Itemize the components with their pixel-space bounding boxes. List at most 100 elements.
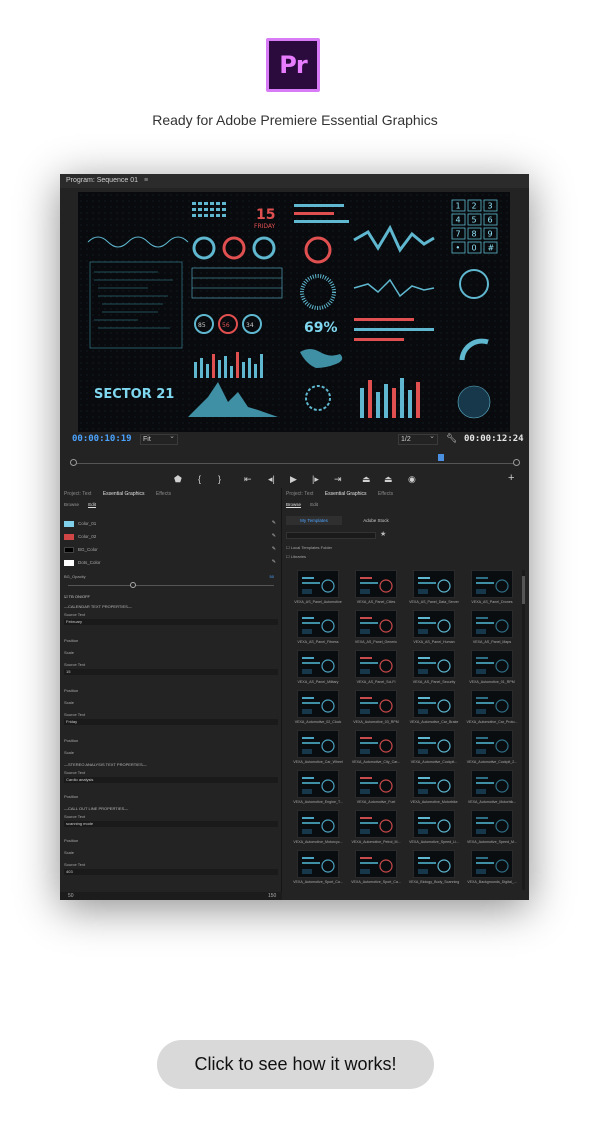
zoom-handle-right[interactable] [513, 459, 520, 466]
checkbox-icon[interactable]: ☐ [286, 545, 290, 550]
template-thumbnail[interactable]: VEXA_AS_Panel_Cities [348, 570, 404, 609]
lift-icon[interactable]: ⏏ [362, 474, 371, 485]
tab-essential-graphics[interactable]: Essential Graphics [103, 491, 145, 497]
template-thumbnail[interactable]: VEXA_AS_Panel_Maps [464, 610, 520, 649]
template-thumbnail[interactable]: VEXA_Automotive_Fuel [348, 770, 404, 809]
color-swatch[interactable] [64, 547, 74, 553]
template-thumbnail[interactable]: VEXA_Automotive_02_Clock [290, 690, 346, 729]
template-thumbnail[interactable]: VEXA_Automotive_Speed_Li... [406, 810, 462, 849]
keypad-key-label: 4 [456, 216, 461, 225]
template-thumbnail[interactable]: VEXA_AS_Panel_Automotive [290, 570, 346, 609]
bg-opacity-value[interactable]: 50 [270, 574, 274, 579]
template-thumbnail[interactable]: VEXA_Automotive_Cockpit... [406, 730, 462, 769]
resolution-select[interactable]: 1/2 [398, 432, 438, 445]
hamburger-icon[interactable]: ≡ [144, 177, 148, 184]
wrench-icon[interactable]: 🔧︎ [446, 433, 457, 444]
scrollbar[interactable] [522, 570, 525, 890]
go-to-in-icon[interactable]: ⇤ [244, 474, 252, 485]
scrollbar-thumb[interactable] [522, 576, 525, 604]
tab-project[interactable]: Project: Text [286, 491, 313, 497]
template-thumbnail[interactable]: VEXA_Automotive_Motorbike [406, 770, 462, 809]
local-templates-row[interactable]: ☐ Local Templates Folder [286, 545, 500, 550]
template-thumbnail[interactable]: VEXA_AS_Panel_Military [290, 650, 346, 689]
template-thumbnail[interactable]: VEXA_AS_Panel_Drones [464, 570, 520, 609]
template-thumbnail[interactable]: VEXA_AS_Panel_Generic [348, 610, 404, 649]
playhead[interactable] [438, 454, 444, 461]
time-ruler[interactable] [70, 454, 520, 468]
template-thumbnail[interactable]: VEXA_Automotive_Car_Wheel [290, 730, 346, 769]
source-text-field[interactable]: Cardio analysis [64, 777, 278, 783]
template-thumbnail[interactable]: VEXA_Automotive_01_RPM [464, 650, 520, 689]
template-thumbnail[interactable]: VEXA_AS_Panel_Human [406, 610, 462, 649]
template-thumbnail[interactable]: VEXA_AS_Panel_Sci-Fi [348, 650, 404, 689]
adobe-stock-button[interactable]: Adobe Stock [346, 516, 406, 525]
my-templates-button[interactable]: My Templates [286, 516, 342, 525]
template-thumbnail[interactable]: VEXA_AS_Panel_Security [406, 650, 462, 689]
eyedropper-icon[interactable]: ✎ [272, 533, 276, 539]
color-swatch[interactable] [64, 560, 74, 566]
subtab-browse[interactable]: Browse [64, 502, 79, 507]
add-icon[interactable]: + [508, 472, 514, 484]
eyedropper-icon[interactable]: ✎ [272, 559, 276, 565]
subtab-browse[interactable]: Browse [286, 502, 302, 508]
tab-effects[interactable]: Effects [156, 491, 171, 497]
star-icon[interactable]: ★ [380, 530, 386, 538]
template-thumbnail[interactable]: VEXA_Automotive_Sport_Ca... [348, 850, 404, 889]
template-thumbnail[interactable]: VEXA_AS_Panel_Data_Server [406, 570, 462, 609]
subtab-edit[interactable]: Edit [88, 502, 97, 508]
cta-button[interactable]: Click to see how it works! [157, 1040, 434, 1089]
opacity-slider-track[interactable] [68, 585, 274, 586]
out-point-icon[interactable]: } [218, 474, 221, 484]
template-thumbnail[interactable]: VEXA_Automotive_Petrol_M... [348, 810, 404, 849]
tab-effects[interactable]: Effects [378, 491, 393, 497]
program-viewer[interactable]: 15 FRIDAY SECTOR 21 85 56 34 69% 1 2 3 4… [78, 192, 510, 432]
template-thumbnail[interactable]: VEXA_AS_Panel_Fitness [290, 610, 346, 649]
color-row[interactable]: Dots_Color ✎ [64, 559, 278, 569]
toggle-row[interactable]: ☑ TB ON/OFF [64, 594, 278, 599]
tab-project[interactable]: Project: Text [64, 491, 91, 497]
step-forward-icon[interactable]: |▸ [312, 474, 319, 485]
go-to-out-icon[interactable]: ⇥ [334, 474, 342, 485]
color-swatch[interactable] [64, 534, 74, 540]
template-thumbnail[interactable]: VEXA_Biology_Body_Scanning [406, 850, 462, 889]
source-text-field[interactable]: scanning mode [64, 821, 278, 827]
source-text-field[interactable]: Friday [64, 719, 278, 725]
zoom-select[interactable]: Fit [140, 432, 178, 445]
template-thumbnail[interactable]: VEXA_Automotive_Motorcyc... [290, 810, 346, 849]
template-thumbnail[interactable]: VEXA_Automotive_Sport_Ca... [290, 850, 346, 889]
checkbox-icon[interactable]: ☐ [286, 554, 290, 559]
color-row[interactable]: Color_02 ✎ [64, 533, 278, 543]
template-thumbnail[interactable]: VEXA_Backgrounds_Digital_... [464, 850, 520, 889]
template-thumbnail[interactable]: VEXA_Automotive_Engine_T... [290, 770, 346, 809]
marker-icon[interactable]: ⬟ [174, 474, 182, 485]
play-icon[interactable]: ▶ [290, 474, 297, 485]
eyedropper-icon[interactable]: ✎ [272, 546, 276, 552]
template-thumbnail[interactable]: VEXA_Automotive_Speed_M... [464, 810, 520, 849]
template-thumbnail[interactable]: VEXA_Automotive_Car_Brake [406, 690, 462, 729]
search-input[interactable] [286, 532, 376, 539]
template-thumbnail[interactable]: VEXA_Automotive_Cockpit_2... [464, 730, 520, 769]
in-point-icon[interactable]: { [198, 474, 201, 484]
source-text-field[interactable]: February [64, 619, 278, 625]
step-back-icon[interactable]: ◂| [268, 474, 275, 485]
source-text-field[interactable]: 15 [64, 669, 278, 675]
tab-essential-graphics[interactable]: Essential Graphics [325, 491, 367, 497]
color-row[interactable]: BG_Color ✎ [64, 546, 278, 556]
current-timecode[interactable]: 00:00:10:19 [72, 434, 132, 444]
zoom-handle-left[interactable] [70, 459, 77, 466]
source-text-label: Source Text [64, 662, 86, 667]
eyedropper-icon[interactable]: ✎ [272, 520, 276, 526]
color-row[interactable]: Color_01 ✎ [64, 520, 278, 530]
template-thumbnail[interactable]: VEXA_Automotive_03_RPM [348, 690, 404, 729]
extract-icon[interactable]: ⏏ [384, 474, 393, 485]
opacity-slider-thumb[interactable] [130, 582, 136, 588]
template-thumbnail[interactable]: VEXA_Automotive_Motorbik... [464, 770, 520, 809]
libraries-row[interactable]: ☐ Libraries [286, 554, 500, 559]
source-text-field[interactable]: 403 [64, 869, 278, 875]
template-thumbnail[interactable]: VEXA_Automotive_City_Car... [348, 730, 404, 769]
checkbox-icon[interactable]: ☑ [64, 594, 68, 599]
subtab-edit[interactable]: Edit [310, 502, 318, 507]
export-frame-icon[interactable]: ◉ [408, 474, 416, 485]
template-thumbnail[interactable]: VEXA_Automotive_Car_Proto... [464, 690, 520, 729]
color-swatch[interactable] [64, 521, 74, 527]
